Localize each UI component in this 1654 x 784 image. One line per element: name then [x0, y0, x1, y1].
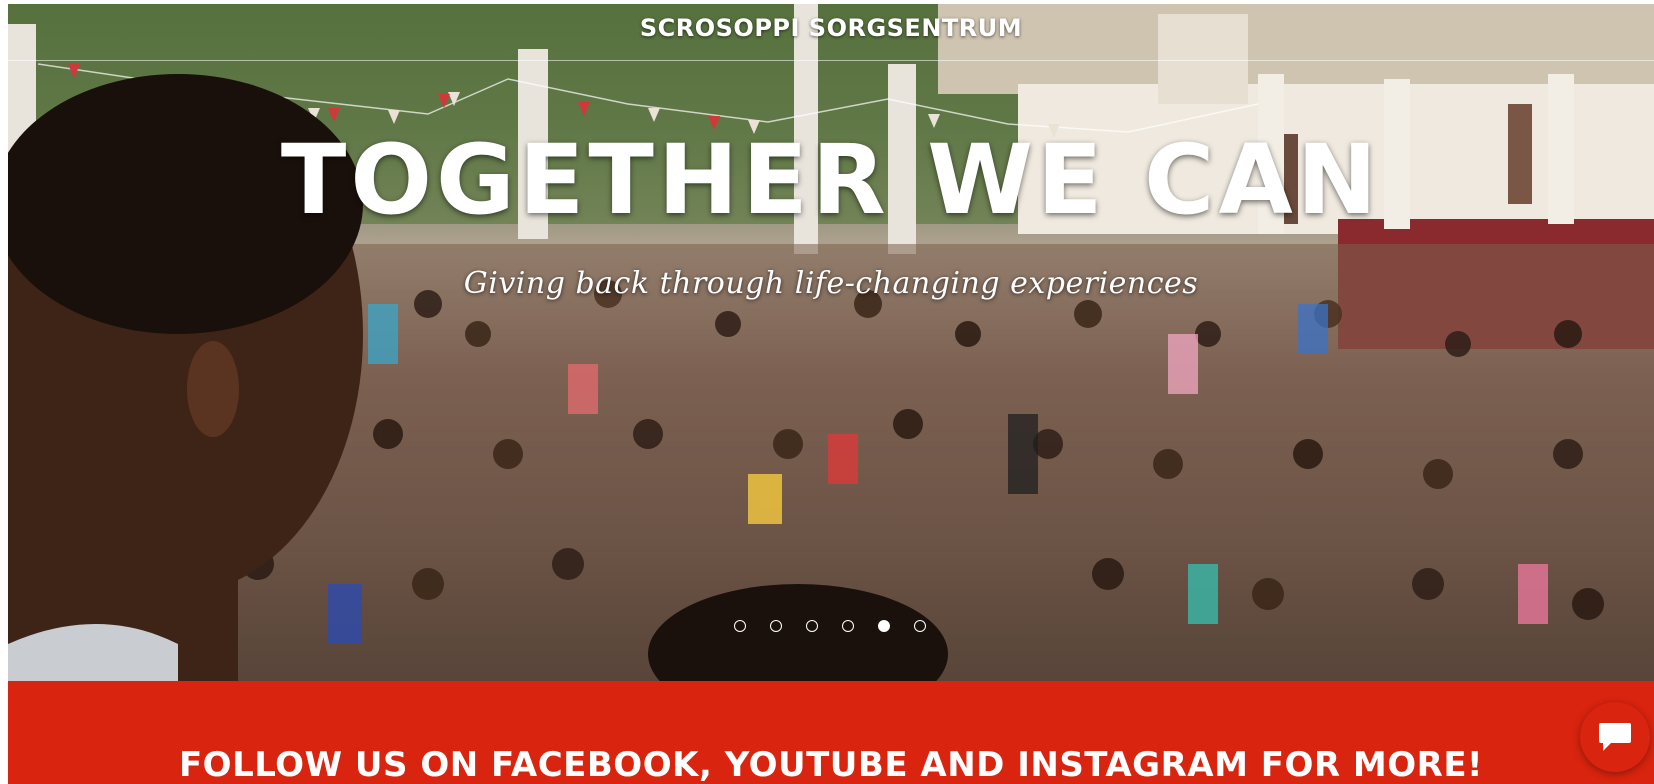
hero-subline: Giving back through life-changing experi… [463, 266, 1199, 301]
hero-photo [8, 4, 1654, 681]
hero-headline: TOGETHER WE CAN [280, 124, 1382, 236]
carousel-dot[interactable] [878, 620, 890, 632]
social-banner-text: FOLLOW US ON FACEBOOK, YOUTUBE AND INSTA… [178, 745, 1484, 784]
carousel-dot[interactable] [842, 620, 854, 632]
chat-button[interactable] [1580, 702, 1650, 772]
carousel-dot[interactable] [806, 620, 818, 632]
hero-slider: SCROSOPPI SORGSENTRUM TOGETHER WE CAN Gi… [8, 4, 1654, 681]
carousel-dot[interactable] [770, 620, 782, 632]
carousel-dot[interactable] [914, 620, 926, 632]
social-banner: FOLLOW US ON FACEBOOK, YOUTUBE AND INSTA… [8, 681, 1654, 784]
site-title[interactable]: SCROSOPPI SORGSENTRUM [8, 14, 1654, 42]
header-divider [8, 60, 1654, 61]
page-frame: SCROSOPPI SORGSENTRUM TOGETHER WE CAN Gi… [8, 4, 1654, 784]
carousel-dot[interactable] [734, 620, 746, 632]
carousel-dots [8, 620, 1654, 632]
chat-bubble-icon [1599, 723, 1631, 751]
